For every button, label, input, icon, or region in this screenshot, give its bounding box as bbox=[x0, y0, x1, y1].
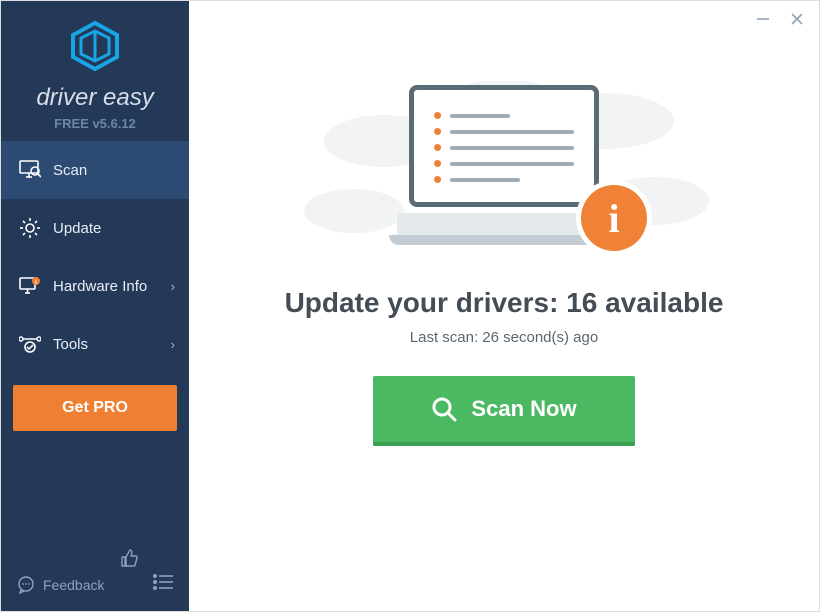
scan-now-button[interactable]: Scan Now bbox=[373, 376, 634, 446]
scan-monitor-icon bbox=[19, 159, 41, 181]
sidebar-footer: Feedback bbox=[1, 558, 189, 611]
info-badge-icon: i bbox=[581, 185, 647, 251]
gear-icon bbox=[19, 217, 41, 239]
nav-label: Update bbox=[53, 220, 101, 237]
get-pro-button[interactable]: Get PRO bbox=[13, 385, 177, 431]
chevron-right-icon: › bbox=[171, 337, 175, 352]
nav-label: Scan bbox=[53, 162, 87, 179]
main-panel: i Update your drivers: 16 available Last… bbox=[189, 1, 819, 611]
chat-icon bbox=[17, 576, 35, 594]
laptop-illustration: i bbox=[389, 85, 619, 245]
feedback-label: Feedback bbox=[43, 577, 104, 593]
sidebar: driver easy FREE v5.6.12 Scan Update i bbox=[1, 1, 189, 611]
chevron-right-icon: › bbox=[171, 279, 175, 294]
thumbs-up-icon[interactable] bbox=[119, 548, 139, 573]
nav-item-scan[interactable]: Scan bbox=[1, 141, 189, 199]
brand-logo-icon bbox=[68, 19, 122, 73]
tools-icon bbox=[19, 333, 41, 355]
list-menu-icon[interactable] bbox=[153, 574, 173, 595]
scan-button-label: Scan Now bbox=[471, 396, 576, 422]
brand-block: driver easy FREE v5.6.12 bbox=[1, 1, 189, 141]
nav-item-hardware[interactable]: i Hardware Info › bbox=[1, 257, 189, 315]
nav: Scan Update i Hardware Info › Tools bbox=[1, 141, 189, 373]
brand-version: FREE v5.6.12 bbox=[1, 116, 189, 131]
close-button[interactable] bbox=[789, 11, 805, 27]
main-heading: Update your drivers: 16 available bbox=[285, 287, 724, 319]
brand-name: driver easy bbox=[1, 84, 189, 112]
hardware-info-icon: i bbox=[19, 275, 41, 297]
nav-item-tools[interactable]: Tools › bbox=[1, 315, 189, 373]
nav-label: Tools bbox=[53, 336, 88, 353]
last-scan-text: Last scan: 26 second(s) ago bbox=[410, 329, 598, 346]
get-pro-label: Get PRO bbox=[62, 399, 128, 416]
nav-label: Hardware Info bbox=[53, 278, 147, 295]
magnify-icon bbox=[431, 396, 457, 422]
minimize-button[interactable] bbox=[755, 11, 771, 27]
feedback-button[interactable]: Feedback bbox=[17, 576, 104, 594]
nav-item-update[interactable]: Update bbox=[1, 199, 189, 257]
